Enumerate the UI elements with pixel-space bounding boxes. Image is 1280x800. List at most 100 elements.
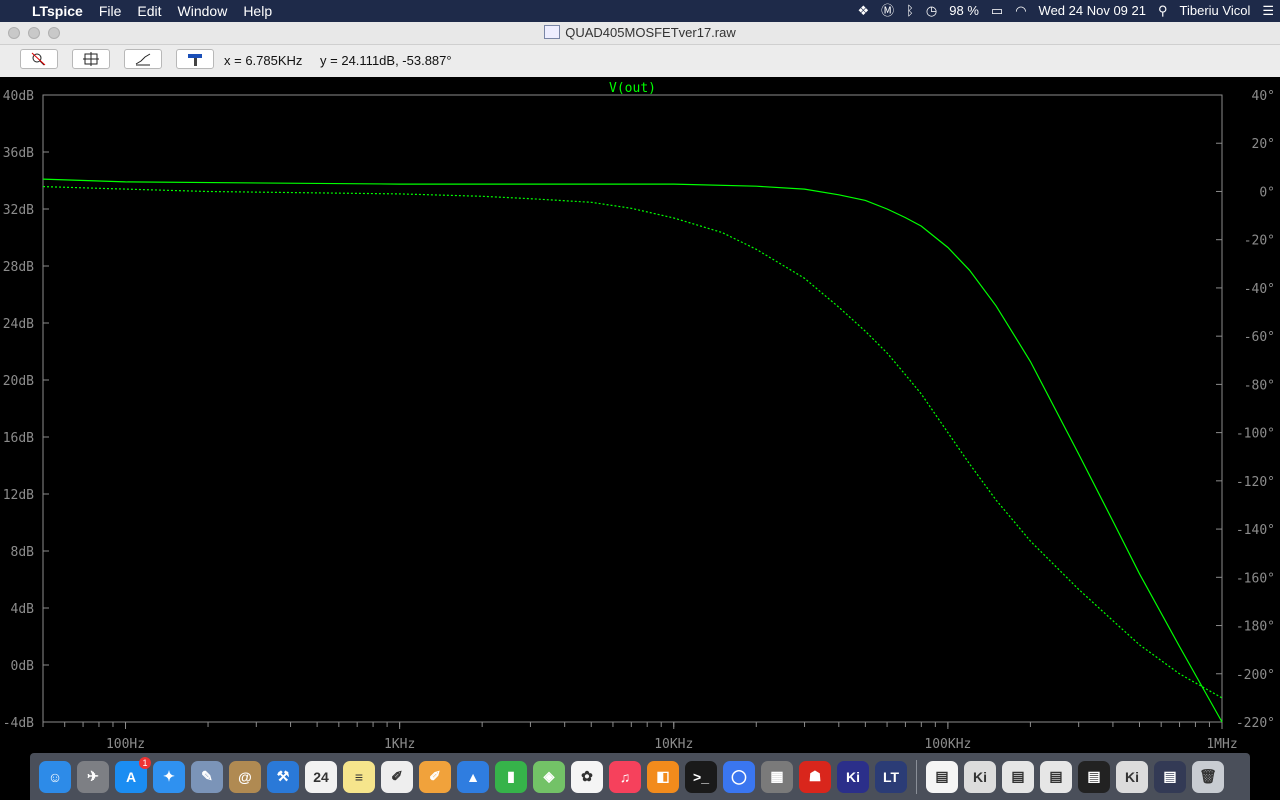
menu-bar-status: ❖ Ⓜ ᛒ ◷ 98 % ▭ ◠ Wed 24 Nov 09 21 ⚲ Tibe… [851, 0, 1280, 22]
cursor-y-readout: y = 24.111dB, -53.887° [320, 53, 452, 68]
textedit-icon[interactable]: ✐ [381, 760, 413, 793]
music-icon[interactable]: ♫ [609, 760, 641, 793]
kicad-window-thumb-2-icon[interactable]: Ki [1116, 760, 1148, 793]
pages-icon[interactable]: ✐ [419, 760, 451, 793]
battery-status[interactable]: 98 % [943, 0, 985, 22]
menu-file[interactable]: File [91, 0, 130, 22]
keynote-icon[interactable]: ▲ [457, 760, 489, 793]
dock-icon-glyph: ✿ [581, 768, 593, 784]
y-right-tick-label: -40° [1244, 282, 1275, 297]
zoom-fit-icon [83, 52, 99, 66]
dock-icon-glyph: ▤ [1011, 768, 1025, 784]
screenshot-thumb-icon[interactable]: ▤ [1040, 760, 1072, 793]
dock-icon-glyph: ☺ [47, 768, 63, 785]
ltspice-window-thumb-icon[interactable]: ▤ [1078, 760, 1110, 793]
y-left-tick-label: 16dB [3, 431, 34, 446]
probe-hammer-icon [188, 54, 202, 66]
dropbox-icon[interactable]: ❖ [851, 0, 875, 22]
dock-icon-glyph: ▤ [1087, 768, 1101, 784]
window-title-bar: QUAD405MOSFETver17.raw [0, 22, 1280, 45]
window-title-wrap: QUAD405MOSFETver17.raw [0, 22, 1280, 44]
bode-plot[interactable]: V(out) 100Hz 1KHz 10KHz 100KHz 1MHz 40dB 36dB 32… [0, 77, 1280, 753]
signal-icon[interactable]: ◯ [723, 760, 755, 793]
dock-icon-glyph: ≡ [354, 768, 364, 785]
document-thumb-icon[interactable]: ▤ [926, 760, 958, 793]
time-machine-icon[interactable]: ◷ [920, 0, 943, 22]
safari-icon[interactable]: ✦ [153, 760, 185, 793]
menu-bar-left: LTspice File Edit Window Help [0, 0, 280, 22]
dock-icon-glyph: LT [882, 768, 900, 785]
y-right-tick-label: -220° [1236, 716, 1275, 731]
acrobat-icon[interactable]: ☗ [799, 760, 831, 793]
cursor-readout: x = 6.785KHz y = 24.111dB, -53.887° [224, 45, 466, 76]
kicad-window-thumb-icon[interactable]: Ki [964, 760, 996, 793]
y-right-tick-label: -140° [1236, 523, 1275, 538]
trash-icon[interactable]: 🗑 [1192, 760, 1224, 793]
probe-trace-button[interactable] [176, 49, 214, 69]
plot-title: V(out) [609, 81, 656, 96]
clock[interactable]: Wed 24 Nov 09 21 [1033, 0, 1152, 22]
wifi-icon[interactable]: ◠ [1009, 0, 1032, 22]
screen-thumb-icon[interactable]: ▤ [1154, 760, 1186, 793]
waveform-plot-pane[interactable]: V(out) 100Hz 1KHz 10KHz 100KHz 1MHz 40dB 36dB 32… [0, 77, 1280, 753]
dock-icon-glyph: >_ [693, 768, 709, 785]
menu-app-name[interactable]: LTspice [24, 0, 91, 22]
notification-center-icon[interactable]: ☰ [1256, 0, 1280, 22]
kicad-icon[interactable]: Ki [837, 760, 869, 793]
menu-edit[interactable]: Edit [129, 0, 169, 22]
calculator-icon[interactable]: ▦ [761, 760, 793, 793]
app-store-icon[interactable]: A1 [115, 756, 151, 793]
dock-icon-glyph: 24 [313, 768, 329, 785]
zoom-cancel-button[interactable] [20, 49, 58, 69]
calendar-icon[interactable]: 24 [305, 760, 337, 793]
launchpad-icon[interactable]: ✈ [77, 760, 109, 793]
dock-icon-glyph: Ki [846, 768, 860, 785]
battery-icon[interactable]: ▭ [985, 0, 1009, 22]
y-right-tick-label: -100° [1236, 427, 1275, 442]
finder-icon[interactable]: ☺ [39, 760, 71, 793]
dock-icon-glyph: ◧ [656, 768, 670, 784]
menu-window[interactable]: Window [170, 0, 236, 22]
menu-help[interactable]: Help [235, 0, 280, 22]
dock: ☺ ✈ A 1 ✦ ✎ @ ⚒ 24 ≡ ✐ ✐ ▲ ▮ ◈ ✿ ♫ ◧ >_ ◯ ▦ ☗ Ki LT ▤ Ki ▤ ▤ ▤ Ki ▤ 🗑 [30, 753, 1250, 800]
y-right-tick-label: -180° [1236, 620, 1275, 635]
plot-toolbar: x = 6.785KHz y = 24.111dB, -53.887° [0, 45, 1280, 78]
dock-icon-glyph: ▮ [507, 768, 515, 784]
photos-icon[interactable]: ✿ [571, 760, 603, 793]
notes-icon[interactable]: ≡ [343, 760, 375, 793]
dock-icon-glyph: ✐ [391, 768, 403, 784]
dock-icon-glyph: ✐ [429, 768, 441, 784]
autorange-icon [135, 53, 151, 66]
bluetooth-icon[interactable]: ᛒ [900, 0, 920, 22]
contacts-icon[interactable]: @ [229, 760, 261, 793]
dock-icon-glyph: ◈ [543, 768, 555, 784]
dock-icon-glyph: ✈ [87, 768, 99, 784]
numbers-icon[interactable]: ▮ [495, 760, 527, 793]
y-right-tick-label: -200° [1236, 668, 1275, 683]
maps-icon[interactable]: ◈ [533, 760, 565, 793]
waveform-document-icon [544, 25, 561, 39]
y-right-tick-label: -20° [1244, 234, 1275, 249]
preview-icon[interactable]: ✎ [191, 760, 223, 793]
x-tick-label: 100Hz [106, 737, 145, 752]
x-tick-label: 10KHz [654, 737, 693, 752]
plot-frame [42, 94, 1223, 723]
user-name[interactable]: Tiberiu Vicol [1174, 0, 1257, 22]
y-right-tick-label: -160° [1236, 571, 1275, 586]
terminal-icon[interactable]: >_ [685, 760, 717, 793]
y-left-tick-label: 40dB [3, 89, 34, 104]
zoom-fit-button[interactable] [72, 49, 110, 69]
mega-icon[interactable]: Ⓜ [875, 0, 900, 22]
dock-icon-glyph: ✦ [163, 768, 175, 784]
autorange-y-button[interactable] [124, 49, 162, 69]
xcode-icon[interactable]: ⚒ [267, 760, 299, 793]
books-icon[interactable]: ◧ [647, 760, 679, 793]
pdf-window-thumb-icon[interactable]: ▤ [1002, 760, 1034, 793]
ltspice-icon[interactable]: LT [875, 760, 907, 793]
spotlight-search-icon[interactable]: ⚲ [1152, 0, 1174, 22]
dock-icon-glyph: ▦ [770, 768, 784, 784]
window-title: QUAD405MOSFETver17.raw [565, 25, 736, 40]
dock-separator [916, 759, 917, 794]
zoom-cancel-icon [31, 52, 46, 66]
dock-icon-glyph: @ [238, 768, 252, 785]
